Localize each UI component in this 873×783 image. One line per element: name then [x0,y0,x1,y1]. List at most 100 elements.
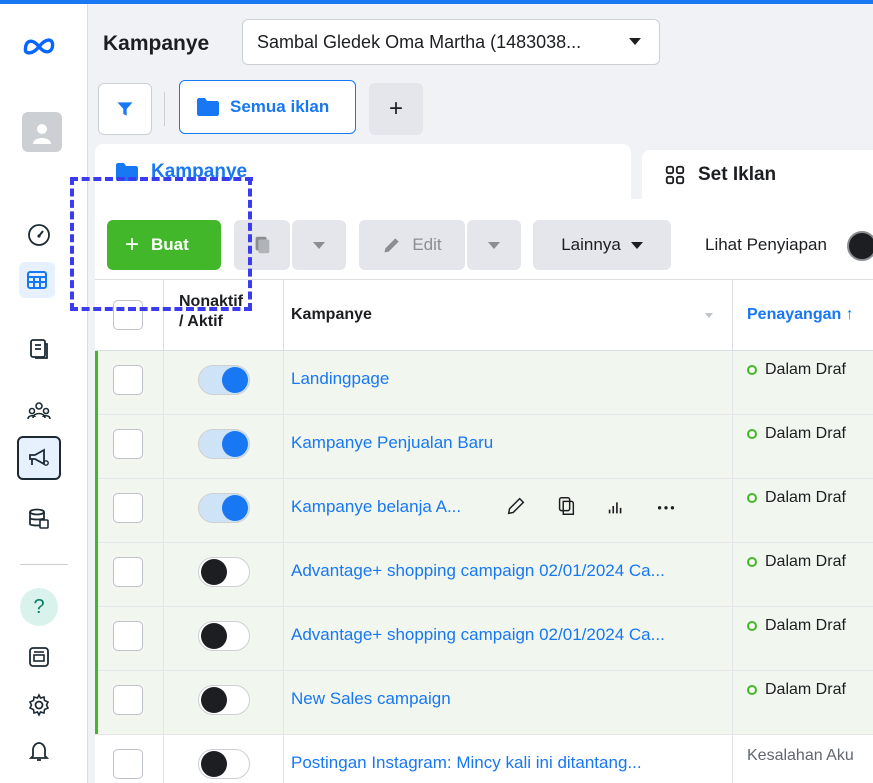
edit-pencil-icon[interactable] [505,495,527,517]
campaign-name-link[interactable]: Advantage+ shopping campaign 02/01/2024 … [291,561,665,581]
news-icon[interactable] [22,640,56,674]
delivery-column-header[interactable]: Penayangan ↑ [747,306,854,324]
column-divider [163,351,164,414]
column-divider [283,543,284,606]
row-checkbox[interactable] [113,749,143,779]
ads-megaphone-icon[interactable] [17,436,61,480]
active-toggle[interactable] [198,429,250,459]
toolbar-divider [164,92,165,126]
account-selector-label: Sambal Gledek Oma Martha (1483038... [257,31,582,52]
more-dots-icon[interactable] [655,495,677,517]
duplicate-dropdown-button[interactable] [292,220,346,270]
folder-icon [197,98,219,116]
active-toggle[interactable] [198,557,250,587]
billing-database-icon[interactable] [22,502,56,536]
audience-people-icon[interactable] [22,394,56,428]
active-toggle[interactable] [198,365,250,395]
table-row[interactable]: Advantage+ shopping campaign 02/01/2024 … [95,543,873,607]
account-selector[interactable]: Sambal Gledek Oma Martha (1483038... [242,19,660,65]
duplicate-icon[interactable] [555,495,577,517]
campaign-name-link[interactable]: Landingpage [291,369,389,389]
filter-button[interactable] [98,83,152,135]
row-checkbox[interactable] [113,621,143,651]
column-divider [163,479,164,542]
column-divider [163,671,164,734]
page-title: Kampanye [103,32,210,55]
column-divider [163,735,164,783]
campaigns-table-icon[interactable] [19,262,55,298]
delivery-status-text: Dalam Draf [765,553,846,570]
help-question-icon[interactable]: ? [20,588,58,626]
chart-bars-icon[interactable] [605,495,627,517]
table-row[interactable]: New Sales campaign Dalam Draf [95,671,873,735]
view-setup-toggle[interactable] [847,231,873,261]
table-row[interactable]: Advantage+ shopping campaign 02/01/2024 … [95,607,873,671]
view-setup-label: Lihat Penyiapan [705,235,827,254]
toggle-knob [222,367,248,393]
column-divider [732,479,733,542]
delivery-status: Dalam Draf [747,681,846,699]
annotation-dashed-edge [70,307,252,311]
row-checkbox[interactable] [113,429,143,459]
toggle-knob [201,687,227,713]
pages-icon[interactable] [22,332,56,366]
edit-button[interactable]: Edit [359,220,465,270]
toggle-knob [222,431,248,457]
active-toggle[interactable] [198,621,250,651]
column-divider [732,415,733,478]
table-row[interactable]: Landingpage Dalam Draf [95,351,873,415]
row-checkbox[interactable] [113,365,143,395]
avatar[interactable] [22,112,62,152]
campaign-name-link[interactable]: Postingan Instagram: Mincy kali ini dita… [291,753,642,773]
edit-button-label: Edit [412,235,442,254]
settings-gear-icon[interactable] [22,688,56,722]
campaign-name-link[interactable]: New Sales campaign [291,689,451,709]
more-button-label: Lainnya [561,235,621,254]
all-ads-filter[interactable]: Semua iklan [179,80,356,134]
delivery-status: Dalam Draf [747,361,846,379]
add-filter-button[interactable]: + [369,83,423,135]
row-checkbox[interactable] [113,685,143,715]
sort-caret-icon[interactable] [705,313,713,318]
delivery-status-text: Dalam Draf [765,425,846,442]
notifications-bell-icon[interactable] [22,734,56,768]
pencil-icon [384,238,400,253]
table-row[interactable]: Kampanye Penjualan Baru Dalam Draf [95,415,873,479]
campaign-name-link[interactable]: Kampanye Penjualan Baru [291,433,493,453]
sidebar-divider [20,564,68,565]
delivery-status-text: Kesalahan Aku [747,747,854,764]
main-content: Kampanye Sambal Gledek Oma Martha (14830… [70,4,873,783]
campaign-column-header[interactable]: Kampanye [291,306,372,324]
active-toggle[interactable] [198,493,250,523]
sidebar: ? [0,4,88,783]
campaign-name-link[interactable]: Kampanye belanja A... [291,497,461,517]
column-divider [283,351,284,414]
tab-ad-sets[interactable]: Set Iklan [642,150,873,199]
grid-icon [665,165,685,184]
delivery-status-text: Dalam Draf [765,361,846,378]
column-divider [732,351,733,414]
column-divider [283,735,284,783]
delivery-status: Dalam Draf [747,425,846,443]
edit-dropdown-button[interactable] [467,220,521,270]
table-row[interactable]: Kampanye belanja A... Dalam Draf [95,479,873,543]
draft-row-indicator [95,351,98,734]
chevron-down-icon [630,241,643,249]
row-actions [505,495,677,517]
column-divider [732,671,733,734]
dashboard-gauge-icon[interactable] [22,218,56,252]
row-checkbox[interactable] [113,493,143,523]
active-toggle[interactable] [198,685,250,715]
more-button[interactable]: Lainnya [533,220,671,270]
table-row[interactable]: Postingan Instagram: Mincy kali ini dita… [95,735,873,783]
campaign-name-link[interactable]: Advantage+ shopping campaign 02/01/2024 … [291,625,665,645]
active-toggle[interactable] [198,749,250,779]
status-dot-icon [747,429,757,439]
toggle-knob [201,751,227,777]
row-checkbox[interactable] [113,557,143,587]
status-dot-icon [747,493,757,503]
meta-logo-icon[interactable] [22,28,56,62]
column-divider [732,607,733,670]
column-divider [283,415,284,478]
column-divider [283,607,284,670]
